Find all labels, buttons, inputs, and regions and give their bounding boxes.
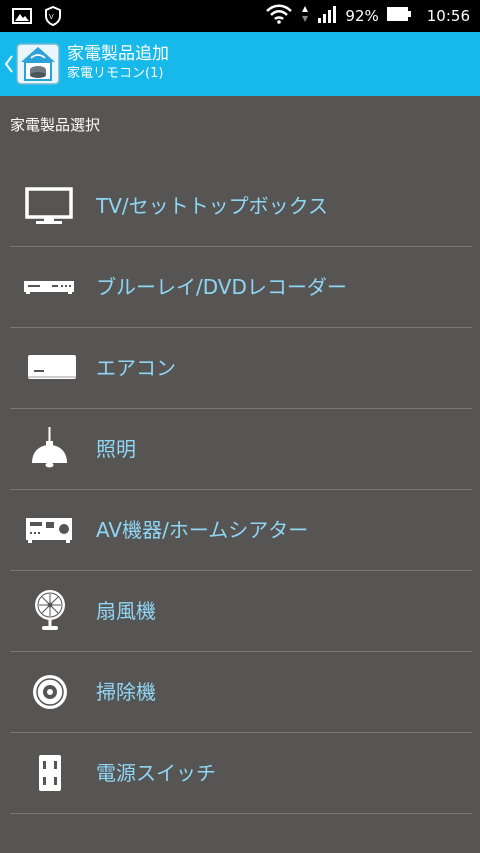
back-chevron-icon[interactable] <box>4 50 14 78</box>
signal-icon <box>317 5 337 27</box>
power-outlet-icon <box>22 751 78 795</box>
image-icon <box>12 8 32 28</box>
fan-icon <box>22 589 78 633</box>
list-item-av[interactable]: AV機器/ホームシアター <box>0 490 480 571</box>
device-list: TV/セットトップボックス ブルーレイ/DVDレコーダー エアコン 照明 AV機… <box>0 166 480 814</box>
vpn-shield-icon: V <box>44 5 62 30</box>
list-item-light[interactable]: 照明 <box>0 409 480 490</box>
av-receiver-icon <box>22 508 78 552</box>
list-item-tv[interactable]: TV/セットトップボックス <box>0 166 480 247</box>
vacuum-icon <box>22 670 78 714</box>
air-conditioner-icon <box>22 346 78 390</box>
list-item-vacuum[interactable]: 掃除機 <box>0 652 480 733</box>
list-item-label: 照明 <box>96 437 136 461</box>
list-item-power-switch[interactable]: 電源スイッチ <box>0 733 480 814</box>
battery-icon <box>386 6 411 26</box>
section-header: 家電製品選択 <box>10 116 101 134</box>
tv-icon <box>22 184 78 228</box>
svg-text:V: V <box>49 14 54 21</box>
page-subtitle: 家電リモコン(1) <box>67 66 164 81</box>
clock: 10:56 <box>426 7 470 25</box>
list-item-air-conditioner[interactable]: エアコン <box>0 328 480 409</box>
battery-percent: 92% <box>345 7 379 25</box>
app-bar: 家電製品追加 家電リモコン(1) <box>0 32 480 96</box>
data-arrows-icon <box>301 4 309 28</box>
list-item-label: 電源スイッチ <box>96 761 216 785</box>
list-item-label: AV機器/ホームシアター <box>96 518 309 542</box>
list-item-bluray[interactable]: ブルーレイ/DVDレコーダー <box>0 247 480 328</box>
page-title: 家電製品追加 <box>67 44 169 64</box>
app-logo-icon[interactable] <box>15 40 61 86</box>
wifi-icon <box>265 4 293 28</box>
light-icon <box>22 427 78 471</box>
list-item-label: 掃除機 <box>96 680 156 704</box>
divider <box>10 813 472 814</box>
list-item-label: エアコン <box>96 356 176 380</box>
bluray-recorder-icon <box>22 265 78 309</box>
status-bar: V 92% 10:56 <box>0 0 480 32</box>
list-item-label: ブルーレイ/DVDレコーダー <box>96 275 347 299</box>
list-item-label: 扇風機 <box>96 599 156 623</box>
list-item-label: TV/セットトップボックス <box>96 194 329 218</box>
list-item-fan[interactable]: 扇風機 <box>0 571 480 652</box>
